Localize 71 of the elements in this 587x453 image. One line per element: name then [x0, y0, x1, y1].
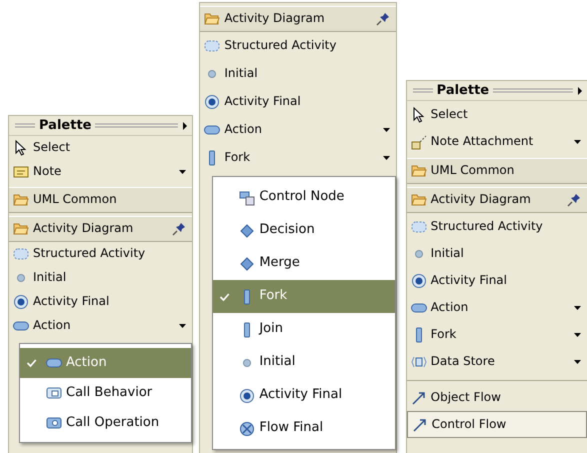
- dashed-shape-icon: [410, 218, 427, 234]
- palette-tool[interactable]: Note: [9, 160, 192, 184]
- menu-item[interactable]: Action: [20, 348, 192, 378]
- dashed-shape-icon: [204, 38, 220, 54]
- bullseye-icon: [13, 294, 29, 310]
- window-gear-icon: [46, 415, 62, 431]
- diagonal-arrow-icon: [410, 390, 427, 406]
- folder-icon: [410, 163, 427, 179]
- palette-tool[interactable]: Select: [406, 101, 587, 128]
- select-arrow-icon: [410, 106, 427, 122]
- palette-tool[interactable]: Structured Activity: [9, 242, 192, 266]
- palette-tool[interactable]: Activity Final: [9, 290, 192, 314]
- palette-title: Palette: [39, 116, 92, 135]
- menu-item[interactable]: Decision: [213, 214, 395, 247]
- stacked-rectangles-icon: [239, 190, 256, 206]
- bullseye-icon: [410, 272, 427, 288]
- palette-tool[interactable]: Fork: [406, 321, 587, 348]
- check-icon: [26, 357, 38, 369]
- menu-item[interactable]: Join: [213, 313, 395, 346]
- collapse-arrow-icon: [182, 122, 188, 130]
- folder-icon: [13, 221, 29, 237]
- folder-icon: [13, 192, 29, 208]
- menu-item[interactable]: Merge: [213, 247, 395, 280]
- bullseye-icon: [239, 388, 256, 404]
- palette-tool[interactable]: Structured Activity: [200, 32, 396, 60]
- note-attachment-icon: [410, 134, 427, 150]
- palette-tool[interactable]: Object Flow: [406, 384, 587, 411]
- palette-drawer[interactable]: UML Common: [406, 158, 587, 184]
- menu-item[interactable]: Flow Final: [213, 412, 395, 445]
- palette-tool[interactable]: Control Flow: [406, 411, 587, 438]
- menu-item[interactable]: Call Operation: [20, 408, 192, 438]
- palette-tool[interactable]: Action: [200, 116, 396, 144]
- menu-item[interactable]: Control Node: [213, 181, 395, 214]
- palette-tool[interactable]: Note Attachment: [406, 128, 587, 155]
- grip-icon: [493, 88, 573, 93]
- palette-tool[interactable]: Select: [9, 136, 192, 160]
- check-icon: [219, 290, 232, 302]
- crossed-circle-icon: [239, 420, 256, 436]
- grip-icon: [95, 123, 178, 128]
- palette-tool[interactable]: Activity Final: [200, 88, 396, 116]
- palette-tool[interactable]: Activity Final: [406, 267, 587, 294]
- palette-tool[interactable]: Data Store: [406, 348, 587, 375]
- menu-item[interactable]: Initial: [213, 346, 395, 379]
- diamond-icon: [239, 256, 256, 272]
- menu-item[interactable]: Call Behavior: [20, 378, 192, 408]
- palette-tool[interactable]: Initial: [406, 240, 587, 267]
- palette-tool[interactable]: Action: [9, 314, 192, 338]
- palette-drawer[interactable]: UML Common: [9, 187, 192, 213]
- collapse-arrow-icon: [577, 86, 583, 94]
- palette-tool[interactable]: Structured Activity: [406, 213, 587, 240]
- menu-item[interactable]: Fork: [213, 280, 395, 313]
- palette-tool[interactable]: Action: [406, 294, 587, 321]
- window-icon: [46, 385, 62, 401]
- palette-drawer[interactable]: Activity Diagram: [200, 6, 396, 32]
- grip-icon: [412, 88, 433, 93]
- folder-icon: [204, 11, 220, 27]
- palette-tool[interactable]: Initial: [9, 266, 192, 290]
- diagonal-arrow-icon: [412, 416, 428, 432]
- dashed-shape-icon: [13, 246, 29, 262]
- select-arrow-icon: [13, 140, 29, 156]
- palette-drawer[interactable]: Activity Diagram: [9, 216, 192, 242]
- menu-item[interactable]: Activity Final: [213, 379, 395, 412]
- folder-icon: [410, 192, 427, 208]
- palette-tool[interactable]: Fork: [200, 144, 396, 172]
- palette-drawer[interactable]: Activity Diagram: [406, 187, 587, 213]
- palette-tool[interactable]: Initial: [200, 60, 396, 88]
- palette-title: Palette: [436, 82, 490, 100]
- grip-icon: [15, 123, 35, 128]
- bullseye-icon: [204, 94, 220, 110]
- diamond-icon: [239, 222, 256, 238]
- note-icon: [13, 164, 29, 180]
